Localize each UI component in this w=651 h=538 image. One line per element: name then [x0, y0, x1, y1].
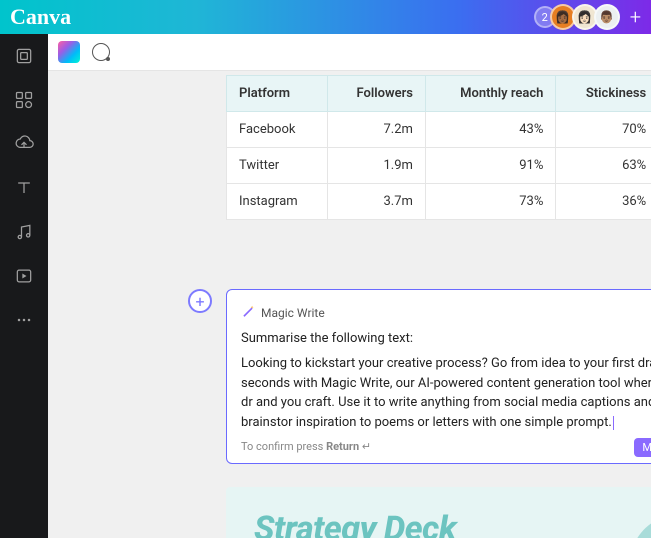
th-stickiness[interactable]: Stickiness — [556, 76, 651, 112]
plus-icon: + — [195, 292, 204, 311]
cell[interactable]: 73% — [425, 184, 555, 220]
color-picker-button[interactable] — [58, 41, 80, 63]
cell[interactable]: 63% — [556, 148, 651, 184]
cell[interactable]: 1.9m — [327, 148, 425, 184]
th-platform[interactable]: Platform — [227, 76, 328, 112]
canvas[interactable]: Platform Followers Monthly reach Stickin… — [48, 71, 651, 538]
magic-write-label: Magic Write — [261, 306, 325, 320]
return-icon: ↵ — [362, 440, 371, 453]
comment-icon[interactable] — [92, 43, 110, 61]
magic-write-header: Magic Write — [241, 304, 651, 321]
table-row[interactable]: Instagram 3.7m 73% 36% — [227, 184, 651, 220]
table-card: Platform Followers Monthly reach Stickin… — [226, 75, 651, 220]
strategy-slide[interactable]: Strategy Deck June 2028 — [226, 487, 651, 538]
swoosh-decoration — [609, 507, 651, 538]
magic-body-text[interactable]: Looking to kickstart your creative proce… — [241, 354, 651, 432]
add-element-button[interactable]: + — [188, 289, 212, 313]
magic-write-box[interactable]: Magic Write Summarise the following text… — [226, 289, 651, 464]
cell[interactable]: 70% — [556, 112, 651, 148]
avatars: 2 👩🏾 👩🏻 👨🏽 + — [534, 4, 641, 30]
social-table[interactable]: Platform Followers Monthly reach Stickin… — [226, 75, 651, 220]
templates-icon[interactable] — [14, 46, 34, 66]
text-icon[interactable] — [14, 178, 34, 198]
cell[interactable]: 36% — [556, 184, 651, 220]
cell[interactable]: 43% — [425, 112, 555, 148]
cell[interactable]: 91% — [425, 148, 555, 184]
magic-confirm-hint: To confirm press Return ↵ — [241, 440, 651, 453]
logo: Canva — [10, 4, 71, 30]
more-icon[interactable] — [14, 310, 34, 330]
magic-wand-icon — [241, 304, 255, 321]
table-row[interactable]: Twitter 1.9m 91% 63% — [227, 148, 651, 184]
uploads-icon[interactable] — [14, 134, 34, 154]
strategy-title[interactable]: Strategy Deck — [254, 509, 651, 538]
th-followers[interactable]: Followers — [327, 76, 425, 112]
invite-button[interactable]: + — [630, 5, 641, 29]
cell[interactable]: Twitter — [227, 148, 328, 184]
cell[interactable]: 3.7m — [327, 184, 425, 220]
elements-icon[interactable] — [14, 90, 34, 110]
cell[interactable]: 7.2m — [327, 112, 425, 148]
topbar: Canva 2 👩🏾 👩🏻 👨🏽 + — [0, 0, 651, 34]
magic-prompt-text[interactable]: Summarise the following text: — [241, 331, 651, 346]
hint-key: Return — [326, 440, 359, 453]
sidebar — [0, 34, 48, 538]
toolbar — [48, 34, 651, 71]
audio-icon[interactable] — [14, 222, 34, 242]
cell[interactable]: Facebook — [227, 112, 328, 148]
table-row[interactable]: Facebook 7.2m 43% 70% — [227, 112, 651, 148]
cell[interactable]: Instagram — [227, 184, 328, 220]
video-icon[interactable] — [14, 266, 34, 286]
hint-prefix: To confirm press — [241, 440, 326, 453]
th-reach[interactable]: Monthly reach — [425, 76, 555, 112]
avatar[interactable]: 👨🏽 — [594, 4, 620, 30]
collaborator-cursor-tag: Mariam — [634, 438, 651, 457]
